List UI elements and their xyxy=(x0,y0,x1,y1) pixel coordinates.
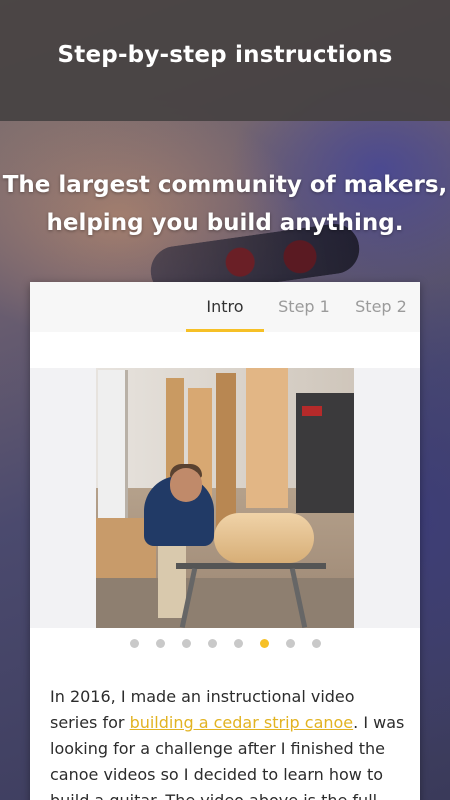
intro-text: In 2016, I made an instructional video s… xyxy=(50,684,405,800)
hero-line-1: The largest community of makers, xyxy=(2,172,448,198)
canoe-series-link[interactable]: building a cedar strip canoe xyxy=(130,713,354,732)
tab-step-1[interactable]: Step 1 xyxy=(274,282,334,332)
tab-step-2[interactable]: Step 2 xyxy=(350,282,412,332)
pagination-dot[interactable] xyxy=(155,638,165,648)
pagination-dot[interactable] xyxy=(207,638,217,648)
pagination-dot[interactable] xyxy=(129,638,139,648)
tab-bar: Intro Step 1 Step 2 xyxy=(30,282,420,332)
header-bar: Step-by-step instructions xyxy=(0,0,450,121)
pagination-dot[interactable] xyxy=(285,638,295,648)
workshop-photo[interactable] xyxy=(96,368,354,628)
pagination-dot[interactable] xyxy=(233,638,243,648)
pagination-dot[interactable] xyxy=(259,638,269,648)
active-tab-indicator xyxy=(186,329,264,332)
page-title: Step-by-step instructions xyxy=(57,41,393,68)
hero-headline: The largest community of makers, helping… xyxy=(0,166,450,242)
pagination-dot[interactable] xyxy=(311,638,321,648)
tab-intro[interactable]: Intro xyxy=(186,282,264,332)
hero-line-2: helping you build anything. xyxy=(46,210,404,236)
image-gallery[interactable] xyxy=(30,368,420,628)
gallery-pagination-dots xyxy=(30,637,420,649)
pagination-dot[interactable] xyxy=(181,638,191,648)
instructable-preview-card: Intro Step 1 Step 2 In 2016, I made an i… xyxy=(30,282,420,800)
